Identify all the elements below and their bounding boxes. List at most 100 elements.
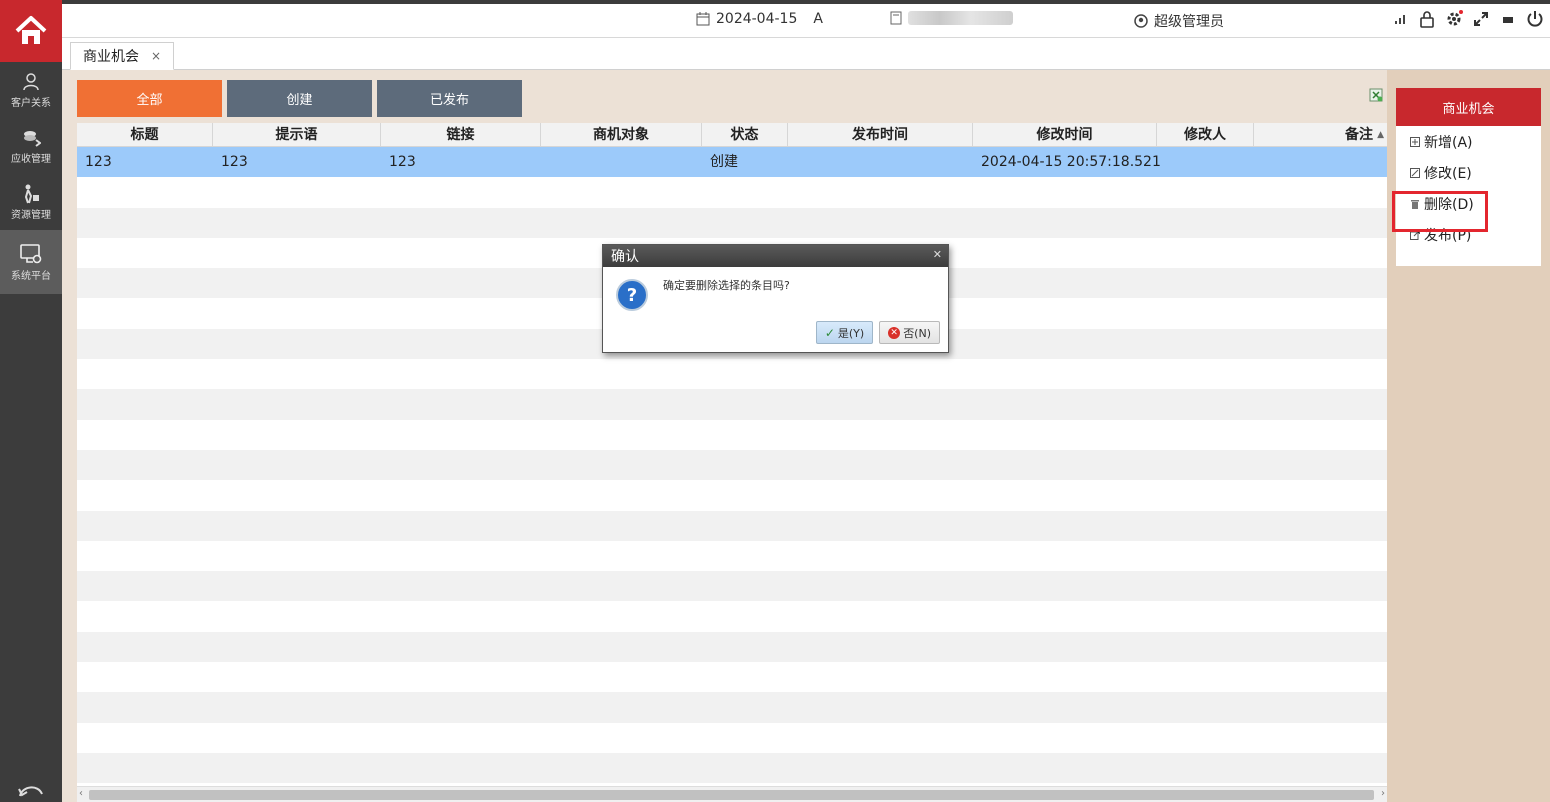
cell-publish-time xyxy=(788,147,973,177)
data-grid: 标题 提示语 链接 商机对象 状态 发布时间 修改时间 修改人 备注 ▲ 123 … xyxy=(77,123,1387,802)
column-header-hint[interactable]: 提示语 xyxy=(213,123,381,146)
dialog-title: 确认 xyxy=(611,249,639,265)
sidebar-collapse-button[interactable] xyxy=(0,778,62,802)
filter-published-button[interactable]: 已发布 xyxy=(377,80,522,117)
column-header-title[interactable]: 标题 xyxy=(77,123,213,146)
edit-label: 修改(E) xyxy=(1424,165,1472,182)
settings-icon[interactable] xyxy=(1445,9,1463,29)
lock-icon[interactable] xyxy=(1418,9,1436,29)
empty-row xyxy=(77,389,1387,420)
column-header-modifier[interactable]: 修改人 xyxy=(1157,123,1254,146)
filter-all-button[interactable]: 全部 xyxy=(77,80,222,117)
date-suffix: A xyxy=(813,11,823,27)
left-sidebar: 客户关系 应收管理 资源管理 系统平台 xyxy=(0,0,62,802)
sidebar-item-label: 应收管理 xyxy=(11,153,51,165)
empty-row xyxy=(77,480,1387,510)
confirm-dialog: 确认 ✕ ? 确定要删除选择的条目吗? ✓ 是(Y) ✕ 否(N) xyxy=(602,244,949,353)
check-icon: ✓ xyxy=(824,325,835,340)
cell-hint: 123 xyxy=(221,154,248,170)
empty-row xyxy=(77,359,1387,389)
yes-label: 是(Y) xyxy=(837,326,865,340)
horizontal-scrollbar[interactable]: ‹ › xyxy=(77,786,1387,802)
add-icon xyxy=(1410,136,1420,147)
add-label: 新增(A) xyxy=(1424,134,1473,151)
action-panel-title: 商业机会 xyxy=(1396,88,1541,126)
empty-row xyxy=(77,631,1387,663)
current-date: 2024-04-15 A xyxy=(696,11,823,27)
dialog-titlebar[interactable]: 确认 ✕ xyxy=(603,245,948,267)
dialog-buttons: ✓ 是(Y) ✕ 否(N) xyxy=(815,321,940,344)
power-icon[interactable] xyxy=(1526,9,1544,29)
column-header-link[interactable]: 链接 xyxy=(381,123,541,146)
scroll-left-icon[interactable]: ‹ xyxy=(79,788,83,799)
cell-modifier xyxy=(1157,147,1254,177)
current-user[interactable]: 超级管理员 xyxy=(1134,11,1224,31)
edit-button[interactable]: 修改(E) xyxy=(1396,157,1541,188)
user-name: 超级管理员 xyxy=(1154,14,1224,30)
empty-row xyxy=(77,449,1387,481)
no-label: 否(N) xyxy=(903,326,931,340)
building-icon xyxy=(890,11,902,25)
tab-close-icon[interactable]: × xyxy=(151,49,161,63)
export-excel-icon[interactable] xyxy=(1369,88,1383,106)
cell-target xyxy=(541,147,702,177)
dialog-message: 确定要删除选择的条目吗? xyxy=(663,279,790,292)
tab-business-opportunity[interactable]: 商业机会 × xyxy=(70,42,175,70)
main-content: 全部 创建 已发布 标题 提示语 链接 商机对象 状态 发布时间 修改时间 修改… xyxy=(62,70,1387,802)
empty-row xyxy=(77,601,1387,631)
sidebar-item-label: 系统平台 xyxy=(11,270,51,282)
cell-title: 123 xyxy=(85,154,112,170)
cell-modify-time: 2024-04-15 20:57:18.521 xyxy=(981,154,1161,170)
sidebar-item-resources[interactable]: 资源管理 xyxy=(0,174,62,230)
column-header-modify-time[interactable]: 修改时间 xyxy=(973,123,1157,146)
dialog-close-icon[interactable]: ✕ xyxy=(933,248,942,261)
home-icon xyxy=(15,16,47,44)
sidebar-item-label: 客户关系 xyxy=(11,97,51,109)
empty-row xyxy=(77,207,1387,238)
column-header-remark-label: 备注 xyxy=(1345,127,1373,143)
column-header-remark[interactable]: 备注 ▲ xyxy=(1254,123,1387,146)
edit-icon xyxy=(1410,167,1420,178)
delete-highlight-box xyxy=(1392,191,1488,232)
minimize-icon[interactable] xyxy=(1499,9,1517,29)
sidebar-item-receivables[interactable]: 应收管理 xyxy=(0,118,62,174)
empty-row xyxy=(77,752,1387,784)
empty-row xyxy=(77,723,1387,753)
confirm-yes-button[interactable]: ✓ 是(Y) xyxy=(815,321,874,344)
refresh-icon xyxy=(18,786,43,797)
filter-buttons: 全部 创建 已发布 xyxy=(77,80,522,117)
table-row[interactable]: 123 123 123 创建 2024-04-15 20:57:18.521 xyxy=(77,147,1387,178)
users-icon xyxy=(23,72,39,90)
filter-created-button[interactable]: 创建 xyxy=(227,80,372,117)
svg-text:?: ? xyxy=(627,285,637,306)
scrollbar-thumb[interactable] xyxy=(89,790,1374,800)
empty-row xyxy=(77,420,1387,450)
column-header-target[interactable]: 商机对象 xyxy=(541,123,702,146)
action-panel: 商业机会 新增(A) 修改(E) 删除(D) 发布(P) xyxy=(1387,70,1550,802)
sidebar-item-customer-relations[interactable]: 客户关系 xyxy=(0,62,62,118)
grid-header: 标题 提示语 链接 商机对象 状态 发布时间 修改时间 修改人 备注 ▲ xyxy=(77,123,1387,147)
redacted-organization-name xyxy=(908,11,1013,25)
scroll-right-icon[interactable]: › xyxy=(1381,788,1385,799)
sidebar-item-label: 资源管理 xyxy=(11,209,51,221)
empty-row xyxy=(77,177,1387,207)
empty-row xyxy=(77,510,1387,541)
tab-label: 商业机会 xyxy=(83,49,139,65)
cancel-icon: ✕ xyxy=(888,326,901,339)
column-header-publish-time[interactable]: 发布时间 xyxy=(788,123,973,146)
empty-row xyxy=(77,662,1387,692)
signal-icon xyxy=(1391,9,1409,29)
fullscreen-icon[interactable] xyxy=(1472,9,1490,29)
coins-icon xyxy=(24,130,41,147)
column-menu-icon[interactable]: ▲ xyxy=(1377,123,1384,147)
empty-row xyxy=(77,571,1387,602)
sidebar-item-system-platform[interactable]: 系统平台 xyxy=(0,230,62,294)
home-button[interactable] xyxy=(0,0,62,62)
column-header-status[interactable]: 状态 xyxy=(702,123,788,146)
top-bar: 2024-04-15 A 超级管理员 xyxy=(62,0,1550,38)
empty-row xyxy=(77,541,1387,571)
cell-remark xyxy=(1254,147,1387,177)
confirm-no-button[interactable]: ✕ 否(N) xyxy=(879,321,940,344)
window-controls xyxy=(1391,9,1544,29)
add-button[interactable]: 新增(A) xyxy=(1396,126,1541,157)
